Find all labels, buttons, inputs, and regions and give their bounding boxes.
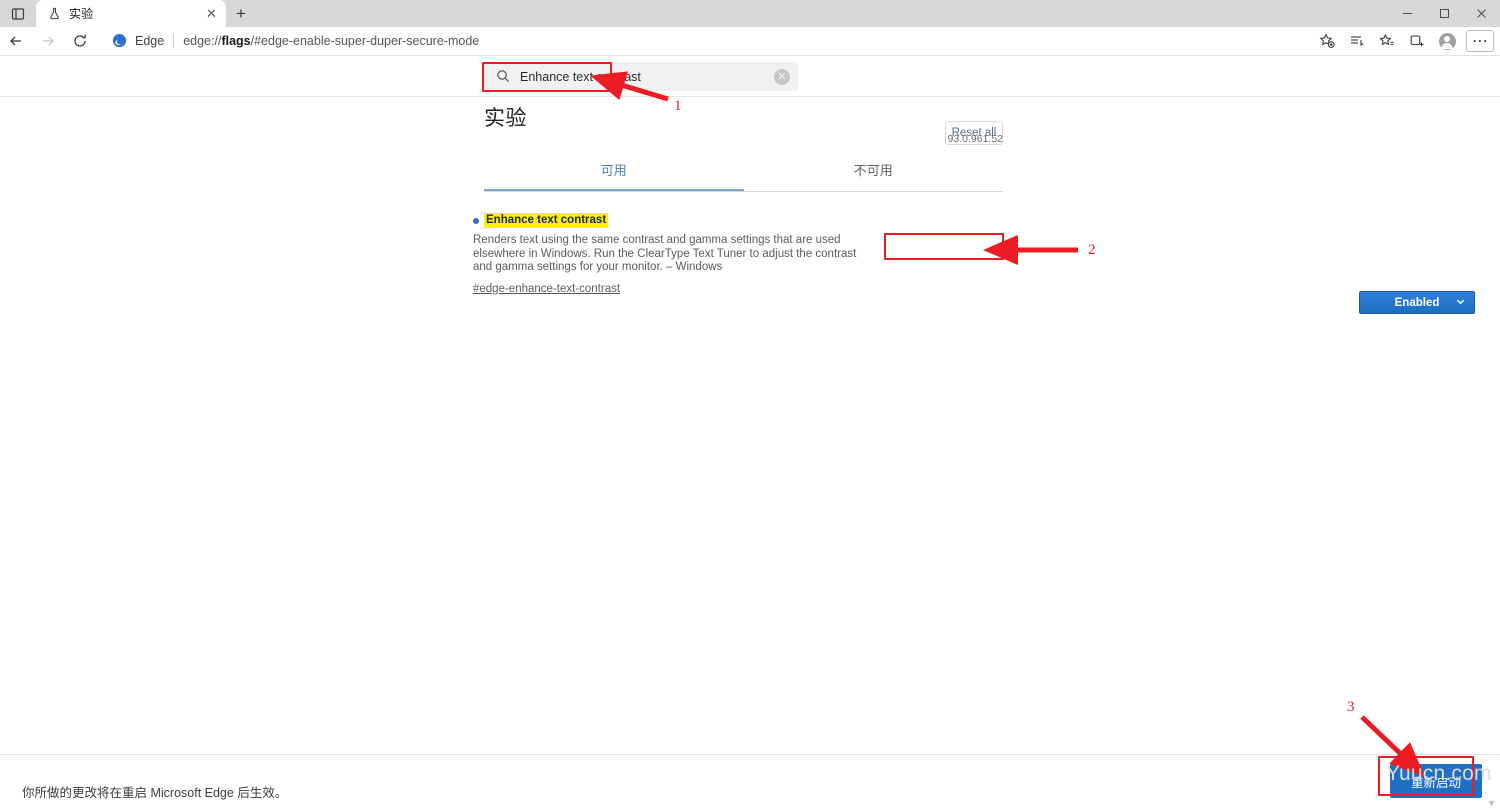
tab-available[interactable]: 可用 bbox=[484, 160, 744, 191]
annotation-number-3: 3 bbox=[1347, 699, 1355, 715]
profile-avatar-icon[interactable] bbox=[1432, 28, 1462, 54]
browser-essentials-icon[interactable] bbox=[1402, 28, 1432, 54]
toolbar-icons: ⋯ bbox=[1312, 28, 1494, 54]
back-button[interactable] bbox=[0, 27, 32, 55]
omnibox-brand-label: Edge bbox=[135, 34, 165, 48]
watermark: Yuucn.com bbox=[1386, 762, 1492, 785]
restart-notice-bar: 你所做的更改将在重启 Microsoft Edge 后生效。 重新启动 ▼ bbox=[0, 754, 1500, 811]
experiment-select[interactable]: Enabled bbox=[1359, 291, 1475, 314]
experiment-description: Renders text using the same contrast and… bbox=[473, 234, 857, 274]
scroll-down-arrow-icon[interactable]: ▼ bbox=[1487, 798, 1496, 808]
new-tab-button[interactable]: + bbox=[226, 0, 256, 27]
address-bar[interactable]: Edge edge://flags/#edge-enable-super-dup… bbox=[102, 30, 1304, 52]
page-title: 实验 bbox=[484, 107, 527, 130]
flags-header: 实验 93.0.961.52 bbox=[484, 102, 1003, 145]
add-favorite-icon[interactable] bbox=[1312, 28, 1342, 54]
beaker-icon bbox=[46, 6, 62, 22]
url-prefix: edge:// bbox=[183, 34, 222, 48]
experiment-row: Enhance text contrast Renders text using… bbox=[473, 213, 1475, 314]
refresh-button[interactable] bbox=[64, 27, 96, 55]
edge-logo-icon bbox=[112, 33, 128, 49]
experiment-select-value: Enabled bbox=[1394, 296, 1440, 309]
settings-more-icon[interactable]: ⋯ bbox=[1466, 30, 1494, 52]
tab-strip: 实验 ✕ + bbox=[0, 0, 1500, 27]
tab-unavailable[interactable]: 不可用 bbox=[744, 160, 1004, 191]
annotation-number-1: 1 bbox=[674, 98, 682, 114]
search-icon bbox=[496, 69, 511, 84]
chevron-down-icon bbox=[1455, 296, 1466, 310]
experiment-title-line: Enhance text contrast bbox=[473, 213, 1003, 228]
annotation-number-2: 2 bbox=[1088, 242, 1096, 258]
omnibox-separator bbox=[173, 34, 175, 48]
url-host-bold: flags bbox=[221, 34, 251, 48]
experiment-internal-name[interactable]: #edge-enhance-text-contrast bbox=[473, 283, 620, 295]
maximize-button[interactable] bbox=[1426, 0, 1463, 27]
collections-icon[interactable] bbox=[1342, 28, 1372, 54]
avatar bbox=[1438, 32, 1456, 50]
modified-dot-icon bbox=[473, 217, 479, 224]
flags-page: Enhance text contrast ✕ Reset all 实验 93.… bbox=[0, 56, 1500, 811]
search-input[interactable]: Enhance text contrast ✕ bbox=[484, 62, 798, 91]
url-suffix: /#edge-enable-super-duper-secure-mode bbox=[250, 34, 480, 48]
browser-chrome: 实验 ✕ + Edge edge://flags/#edge-enable-su… bbox=[0, 0, 1500, 56]
browser-tab[interactable]: 实验 ✕ bbox=[36, 0, 226, 27]
flags-tabs: 可用 不可用 bbox=[484, 160, 1003, 192]
favorites-icon[interactable] bbox=[1372, 28, 1402, 54]
close-button[interactable] bbox=[1463, 0, 1500, 27]
version-label: 93.0.961.52 bbox=[947, 133, 1003, 145]
search-input-value: Enhance text contrast bbox=[520, 69, 641, 84]
clear-search-icon[interactable]: ✕ bbox=[774, 68, 790, 85]
omnibox-url: edge://flags/#edge-enable-super-duper-se… bbox=[183, 34, 479, 48]
minimize-button[interactable] bbox=[1389, 0, 1426, 27]
tab-search-icon[interactable] bbox=[0, 0, 36, 27]
window-controls bbox=[1389, 0, 1500, 27]
tab-title: 实验 bbox=[69, 7, 94, 21]
restart-notice-text: 你所做的更改将在重启 Microsoft Edge 后生效。 bbox=[22, 786, 288, 800]
forward-button[interactable] bbox=[32, 27, 64, 55]
tab-close-icon[interactable]: ✕ bbox=[203, 5, 220, 22]
flags-search-row: Enhance text contrast ✕ bbox=[0, 56, 1500, 97]
browser-toolbar: Edge edge://flags/#edge-enable-super-dup… bbox=[0, 27, 1500, 56]
experiment-name: Enhance text contrast bbox=[484, 213, 609, 228]
